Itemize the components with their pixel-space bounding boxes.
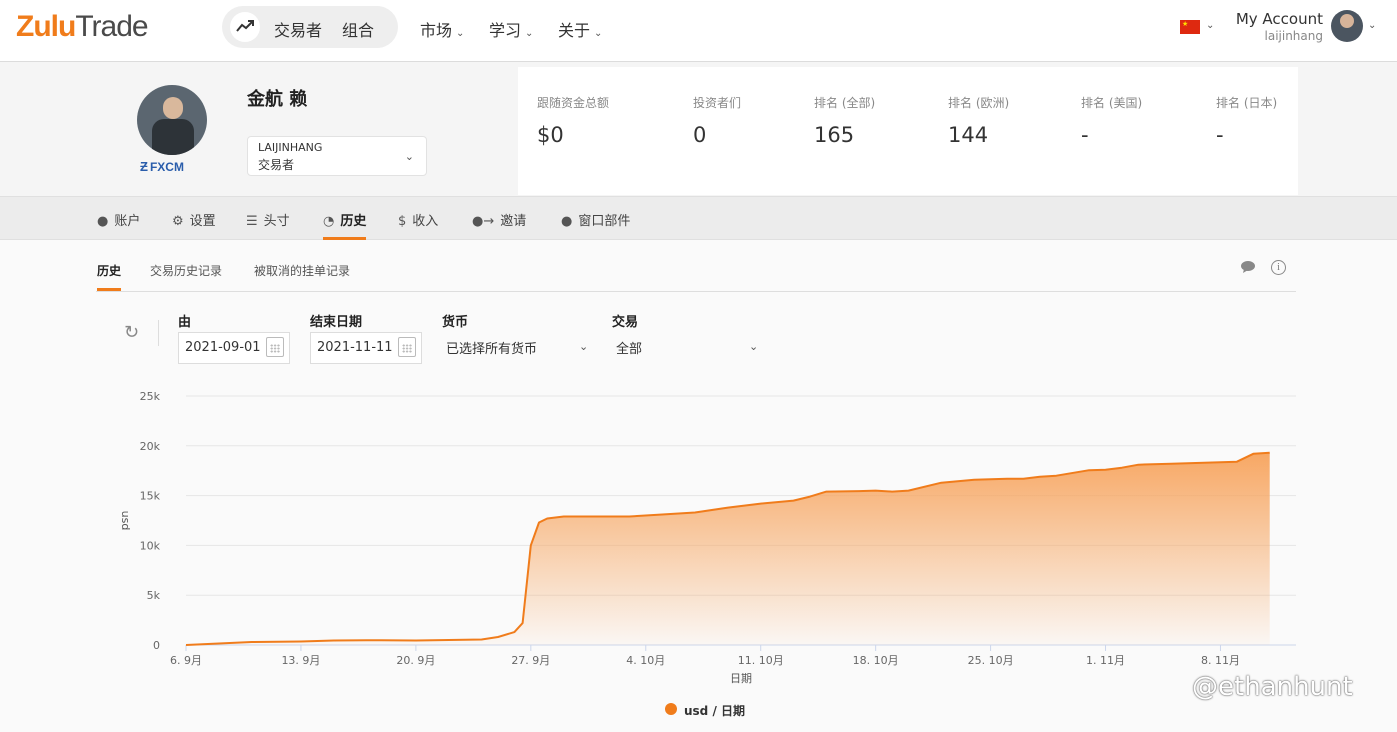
calendar-icon[interactable] (266, 337, 284, 357)
trade-select[interactable]: 全部 (616, 338, 642, 357)
legend-marker[interactable] (665, 703, 677, 715)
chevron-down-icon: ⌄ (456, 28, 465, 39)
y-tick-label: 10k (140, 539, 161, 552)
trader-name: 金航 赖 (247, 89, 308, 110)
user-icon: ● (561, 214, 573, 229)
watermark: @ethanhunt (1192, 672, 1353, 702)
x-tick-label: 13. 9月 (281, 654, 320, 667)
divider (96, 291, 1296, 292)
x-tick-label: 27. 9月 (511, 654, 550, 667)
calendar-icon[interactable] (398, 337, 416, 357)
stat-rank-europe: 排名 (欧洲) 144 (948, 96, 1010, 147)
stat-rank-us: 排名 (美国) - (1081, 96, 1143, 147)
nav-portfolio[interactable]: 组合 (342, 17, 374, 41)
china-flag-icon[interactable]: ★ (1180, 20, 1200, 34)
stat-rank-all: 排名 (全部) 165 (814, 96, 876, 147)
chevron-down-icon: ⌄ (525, 28, 534, 39)
x-tick-label: 4. 10月 (626, 654, 665, 667)
tab-income[interactable]: $ 收入 (398, 210, 438, 229)
chat-icon[interactable] (1240, 260, 1256, 274)
series-area (186, 452, 1270, 645)
chevron-down-icon[interactable]: ⌄ (749, 340, 758, 353)
y-tick-label: 25k (140, 390, 161, 403)
chevron-down-icon[interactable]: ⌄ (1368, 20, 1376, 31)
from-label: 由 (178, 315, 192, 330)
list-icon: ☰ (246, 214, 258, 229)
user-avatar[interactable] (1331, 10, 1363, 42)
y-tick-label: 5k (147, 589, 161, 602)
chevron-down-icon[interactable]: ⌄ (579, 340, 588, 353)
divider (158, 320, 159, 346)
nav-learn[interactable]: 学习 ⌄ (489, 17, 533, 41)
info-icon[interactable]: i (1271, 260, 1286, 275)
clock-icon: ◔ (323, 214, 335, 229)
legend-label[interactable]: usd / 日期 (684, 702, 745, 719)
account-selector[interactable]: LAIJINHANG 交易者 ⌄ (247, 136, 427, 176)
currency-select[interactable]: 已选择所有货币 (446, 338, 537, 357)
refresh-icon[interactable]: ↻ (124, 322, 139, 343)
tab-positions[interactable]: ☰ 头寸 (246, 210, 290, 229)
tab-account[interactable]: ● 账户 (97, 210, 140, 229)
nav-traders[interactable]: 交易者 (274, 17, 322, 41)
gear-icon: ⚙ (172, 214, 184, 229)
my-account-menu[interactable]: My Account laijinhang (1236, 10, 1323, 43)
broker-logo: Ƶ FXCM (140, 159, 184, 174)
dollar-icon: $ (398, 214, 407, 229)
x-tick-label: 18. 10月 (853, 654, 899, 667)
y-tick-label: 15k (140, 490, 161, 503)
chevron-down-icon: ⌄ (404, 150, 414, 163)
nav-about[interactable]: 关于 ⌄ (558, 17, 602, 41)
nav-markets[interactable]: 市场 ⌄ (420, 17, 464, 41)
equity-area-chart: 0 5k 10k 15k 20k 25k 6. 9月 13. 9月 20. 9月 27. 9月 4.… (119, 390, 1296, 685)
stat-rank-japan: 排名 (日本) - (1216, 96, 1278, 147)
tab-invite[interactable]: ●→ 邀请 (472, 210, 526, 229)
stat-investors: 投资者们 0 (693, 96, 742, 147)
x-tick-label: 20. 9月 (396, 654, 435, 667)
chevron-down-icon: ⌄ (594, 28, 603, 39)
y-tick-label: 20k (140, 440, 161, 453)
subtab-history[interactable]: 历史 (97, 262, 122, 291)
profile-tabs: ● 账户 ⚙ 设置 ☰ 头寸 ◔ 历史 $ 收入 ●→ 邀请 ● 窗口部件 (0, 196, 1397, 240)
account-username: laijinhang (1264, 29, 1323, 43)
y-axis-label: usd (119, 511, 132, 531)
subtab-cancelled-orders[interactable]: 被取消的挂单记录 (254, 262, 350, 279)
account-label: My Account (1235, 10, 1323, 28)
x-tick-label: 11. 10月 (738, 654, 784, 667)
x-tick-label: 25. 10月 (968, 654, 1014, 667)
trader-avatar (137, 85, 207, 155)
end-date-input[interactable]: 2021-11-11 (310, 332, 422, 364)
invite-icon: ●→ (472, 214, 495, 229)
tab-settings[interactable]: ⚙ 设置 (172, 210, 216, 229)
traders-portfolio-switch[interactable]: 交易者 组合 (222, 6, 398, 48)
currency-label: 货币 (442, 315, 469, 330)
from-date-input[interactable]: 2021-09-01 (178, 332, 290, 364)
x-axis-label: 日期 (730, 672, 752, 685)
tab-widgets[interactable]: ● 窗口部件 (561, 210, 630, 229)
end-date-label: 结束日期 (310, 315, 363, 330)
trending-icon (230, 12, 260, 42)
chevron-down-icon[interactable]: ⌄ (1206, 20, 1214, 31)
top-navbar: ZuluTrade 交易者 组合 市场 ⌄ 学习 ⌄ 关于 ⌄ ★ ⌄ My Acco… (0, 0, 1397, 62)
x-tick-label: 8. 11月 (1201, 654, 1240, 667)
zulutrade-logo[interactable]: ZuluTrade (16, 10, 149, 44)
user-icon: ● (97, 214, 109, 229)
trader-profile-header: Ƶ FXCM 金航 赖 LAIJINHANG 交易者 ⌄ 跟随资金总额 $0 投资者… (0, 63, 1397, 196)
subtab-trade-history[interactable]: 交易历史记录 (150, 262, 222, 279)
stat-total-following-funds: 跟随资金总额 $0 (537, 96, 610, 147)
stats-panel: 跟随资金总额 $0 投资者们 0 排名 (全部) 165 排名 (欧洲) 144 排名 … (518, 67, 1298, 195)
tab-history[interactable]: ◔ 历史 (323, 210, 367, 240)
trade-label: 交易 (612, 315, 639, 330)
x-tick-label: 1. 11月 (1086, 654, 1125, 667)
y-tick-label: 0 (153, 639, 160, 652)
x-tick-label: 6. 9月 (170, 654, 202, 667)
